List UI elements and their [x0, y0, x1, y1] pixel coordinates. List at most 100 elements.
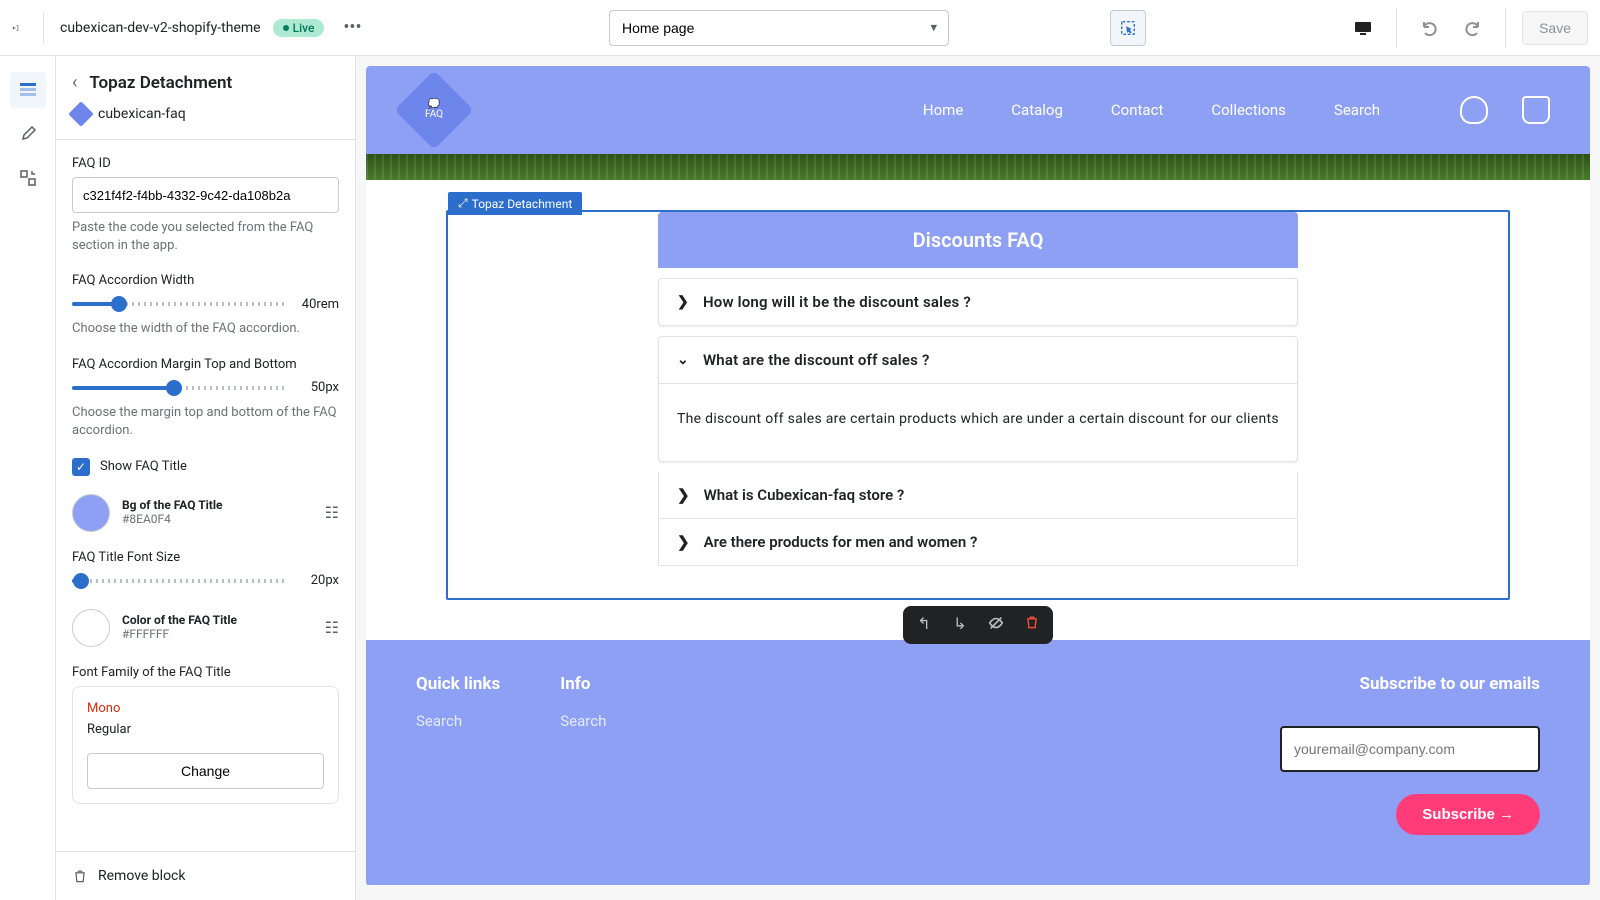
title-color-swatch[interactable]: [72, 609, 110, 647]
faq-id-help: Paste the code you selected from the FAQ…: [72, 219, 339, 255]
inspector-toggle[interactable]: [1110, 10, 1146, 46]
exit-icon: [12, 19, 19, 37]
faq-id-label: FAQ ID: [72, 156, 339, 171]
faq-answer-2: The discount off sales are certain produ…: [659, 383, 1297, 461]
theme-name: cubexican-dev-v2-shopify-theme: [60, 20, 261, 36]
app-name: cubexican-faq: [98, 106, 186, 122]
nav-collections[interactable]: Collections: [1211, 101, 1286, 119]
redo-button[interactable]: [1455, 11, 1489, 45]
font-name-2: Regular: [87, 722, 324, 737]
title-size-value: 20px: [295, 573, 339, 588]
move-up-button[interactable]: ↰: [913, 614, 935, 636]
change-font-button[interactable]: Change: [87, 753, 324, 789]
trash-icon: [72, 868, 88, 884]
store-logo[interactable]: 💭FAQ: [394, 70, 473, 149]
hero-image-strip: [366, 154, 1590, 180]
nav-contact[interactable]: Contact: [1111, 101, 1163, 119]
chevron-right-icon: ❯: [677, 486, 690, 504]
subscribe-heading: Subscribe to our emails: [1280, 674, 1540, 694]
dynamic-source-icon[interactable]: ☷: [325, 618, 339, 637]
page-selector[interactable]: Home page: [609, 10, 949, 46]
bg-color-hex: #8EA0F4: [122, 512, 171, 526]
title-size-slider[interactable]: [72, 571, 285, 591]
title-color-hex: #FFFFFF: [122, 627, 169, 641]
section-toolbar: ↰ ↳: [903, 606, 1053, 644]
desktop-view-button[interactable]: [1346, 11, 1380, 45]
save-button[interactable]: Save: [1522, 11, 1588, 45]
live-badge: Live: [273, 19, 325, 37]
rail-theme-settings[interactable]: [10, 116, 46, 152]
bg-color-label: Bg of the FAQ Title: [122, 498, 313, 512]
footer-col2-heading: Info: [560, 674, 606, 694]
divider: [1396, 8, 1397, 48]
faq-item-3[interactable]: ❯What is Cubexican-faq store ?: [659, 472, 1297, 519]
sidebar: ‹ Topaz Detachment cubexican-faq FAQ ID …: [56, 56, 356, 900]
title-size-label: FAQ Title Font Size: [72, 550, 339, 565]
email-input[interactable]: [1280, 726, 1540, 772]
width-label: FAQ Accordion Width: [72, 273, 339, 288]
undo-button[interactable]: [1413, 11, 1447, 45]
blocks-icon: [18, 168, 38, 188]
faq-item-2[interactable]: ⌄What are the discount off sales ? The d…: [658, 336, 1298, 462]
account-icon[interactable]: [1460, 96, 1488, 124]
preview-frame: 💭FAQ Home Catalog Contact Collections Se…: [366, 66, 1590, 886]
bg-color-swatch[interactable]: [72, 494, 110, 532]
brush-icon: [18, 124, 38, 144]
rail-sections[interactable]: [10, 72, 46, 108]
exit-button[interactable]: [12, 12, 44, 44]
undo-icon: [1420, 18, 1440, 38]
move-down-button[interactable]: ↳: [949, 614, 971, 636]
eye-off-icon: [987, 614, 1005, 632]
remove-block-button[interactable]: Remove block: [56, 851, 355, 900]
store-header: 💭FAQ Home Catalog Contact Collections Se…: [366, 66, 1590, 154]
faq-item-4[interactable]: ❯Are there products for men and women ?: [659, 519, 1297, 565]
section-tag[interactable]: ⤢ Topaz Detachment: [448, 192, 582, 215]
faq-section[interactable]: Discounts FAQ ❯How long will it be the d…: [446, 210, 1510, 600]
app-icon: [68, 101, 93, 126]
faq-item-1[interactable]: ❯How long will it be the discount sales …: [658, 278, 1298, 326]
faq-title: Discounts FAQ: [658, 212, 1298, 268]
delete-button[interactable]: [1021, 614, 1043, 636]
cart-icon[interactable]: [1522, 96, 1550, 124]
font-family-label: Font Family of the FAQ Title: [72, 665, 339, 680]
chevron-right-icon: ❯: [677, 533, 690, 551]
divider: [1505, 8, 1506, 48]
page-select-input[interactable]: Home page: [609, 10, 949, 46]
footer-col2-link[interactable]: Search: [560, 712, 606, 730]
chevron-down-icon: ⌄: [677, 352, 689, 368]
preview-canvas: 💭FAQ Home Catalog Contact Collections Se…: [356, 56, 1600, 900]
width-value: 40rem: [295, 297, 339, 312]
margin-label: FAQ Accordion Margin Top and Bottom: [72, 357, 339, 372]
left-rail: [0, 56, 56, 900]
sidebar-title: Topaz Detachment: [89, 73, 232, 93]
margin-value: 50px: [295, 380, 339, 395]
faq-id-input[interactable]: [72, 177, 339, 213]
trash-icon: [1024, 614, 1040, 630]
chevron-right-icon: ❯: [677, 294, 689, 310]
font-name-1: Mono: [87, 701, 324, 716]
move-icon: ⤢: [458, 196, 468, 211]
back-button[interactable]: ‹: [72, 72, 77, 93]
font-picker: Mono Regular Change: [72, 686, 339, 804]
show-title-checkbox[interactable]: ✓: [72, 458, 90, 476]
footer-col1-link[interactable]: Search: [416, 712, 462, 730]
width-slider[interactable]: [72, 294, 285, 314]
footer-col1-heading: Quick links: [416, 674, 500, 694]
nav-search[interactable]: Search: [1334, 101, 1380, 119]
margin-help: Choose the margin top and bottom of the …: [72, 404, 339, 440]
store-nav: Home Catalog Contact Collections Search: [923, 101, 1380, 119]
more-button[interactable]: •••: [336, 12, 368, 44]
margin-slider[interactable]: [72, 378, 285, 398]
store-footer: Quick links Search Info Search Subscribe…: [366, 640, 1590, 885]
redo-icon: [1462, 18, 1482, 38]
inspector-icon: [1119, 19, 1137, 37]
subscribe-button[interactable]: Subscribe →: [1396, 794, 1540, 835]
nav-catalog[interactable]: Catalog: [1011, 101, 1063, 119]
hide-button[interactable]: [985, 614, 1007, 636]
title-color-label: Color of the FAQ Title: [122, 613, 313, 627]
width-help: Choose the width of the FAQ accordion.: [72, 320, 339, 338]
dynamic-source-icon[interactable]: ☷: [325, 503, 339, 522]
nav-home[interactable]: Home: [923, 101, 963, 119]
show-title-label: Show FAQ Title: [100, 459, 187, 474]
rail-app-embeds[interactable]: [10, 160, 46, 196]
